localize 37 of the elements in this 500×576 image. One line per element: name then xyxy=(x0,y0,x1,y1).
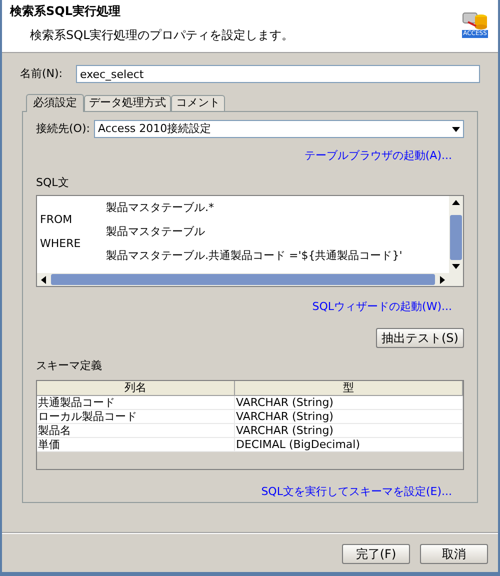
sql-text: 製品マスタテーブル.共通製品コード ='${共通製品コード}' xyxy=(106,250,402,262)
vertical-scrollbar[interactable] xyxy=(449,196,463,273)
dialog-button[interactable]: 完了(F) xyxy=(342,544,410,564)
schema-label: スキーマ定義 xyxy=(36,358,103,374)
connection-dropdown[interactable]: Access 2010接続設定 xyxy=(94,120,464,138)
extract-test-button[interactable]: 抽出テスト(S) xyxy=(376,328,464,348)
scroll-up-icon xyxy=(452,200,460,206)
tab[interactable]: コメント xyxy=(171,95,225,111)
sql-keyword: WHERE xyxy=(40,237,81,250)
sql-keyword: FROM xyxy=(40,213,72,226)
sql-text: 製品マスタテーブル xyxy=(106,226,205,238)
table-cell: 単価 xyxy=(37,438,235,452)
set-schema-link[interactable]: SQL文を実行してスキーマを設定(E)... xyxy=(261,484,452,500)
column-header[interactable]: 型 xyxy=(235,381,463,396)
database-icon xyxy=(462,12,488,30)
table-cell: VARCHAR (String) xyxy=(235,396,463,410)
column-header[interactable]: 列名 xyxy=(37,381,235,396)
dialog-button[interactable]: 取消 xyxy=(420,544,488,564)
tab[interactable]: 必須設定 xyxy=(26,94,84,112)
table-cell: ローカル製品コード xyxy=(37,410,235,424)
sql-text-area[interactable]: 製品マスタテーブル.* FROM 製品マスタテーブル WHERE 製品マスタテーブル.共通製品コード ='${共通製品コード}' xyxy=(36,195,464,287)
description-text: 検索系SQL実行処理のプロパティを設定します。 xyxy=(30,27,294,44)
table-cell: 製品名 xyxy=(37,424,235,438)
table-cell: VARCHAR (String) xyxy=(235,410,463,424)
name-label: 名前(N): xyxy=(20,66,64,82)
sql-wizard-link[interactable]: SQLウィザードの起動(W)... xyxy=(312,299,452,316)
sql-label: SQL文 xyxy=(36,174,70,190)
scroll-down-icon xyxy=(452,264,460,269)
table-cell: VARCHAR (String) xyxy=(235,424,463,438)
table-browser-link[interactable]: テーブルブラウザの起動(A)... xyxy=(304,148,452,164)
tab[interactable]: データ処理方式 xyxy=(84,95,171,111)
sql-text: 製品マスタテーブル.* xyxy=(106,202,214,214)
horizontal-scrollbar[interactable] xyxy=(37,273,463,286)
table-cell: DECIMAL (BigDecimal) xyxy=(235,438,463,452)
table-cell: 共通製品コード xyxy=(37,396,235,410)
name-input-field[interactable]: exec_select xyxy=(76,65,480,83)
window-title: 検索系SQL実行処理 xyxy=(10,3,122,20)
